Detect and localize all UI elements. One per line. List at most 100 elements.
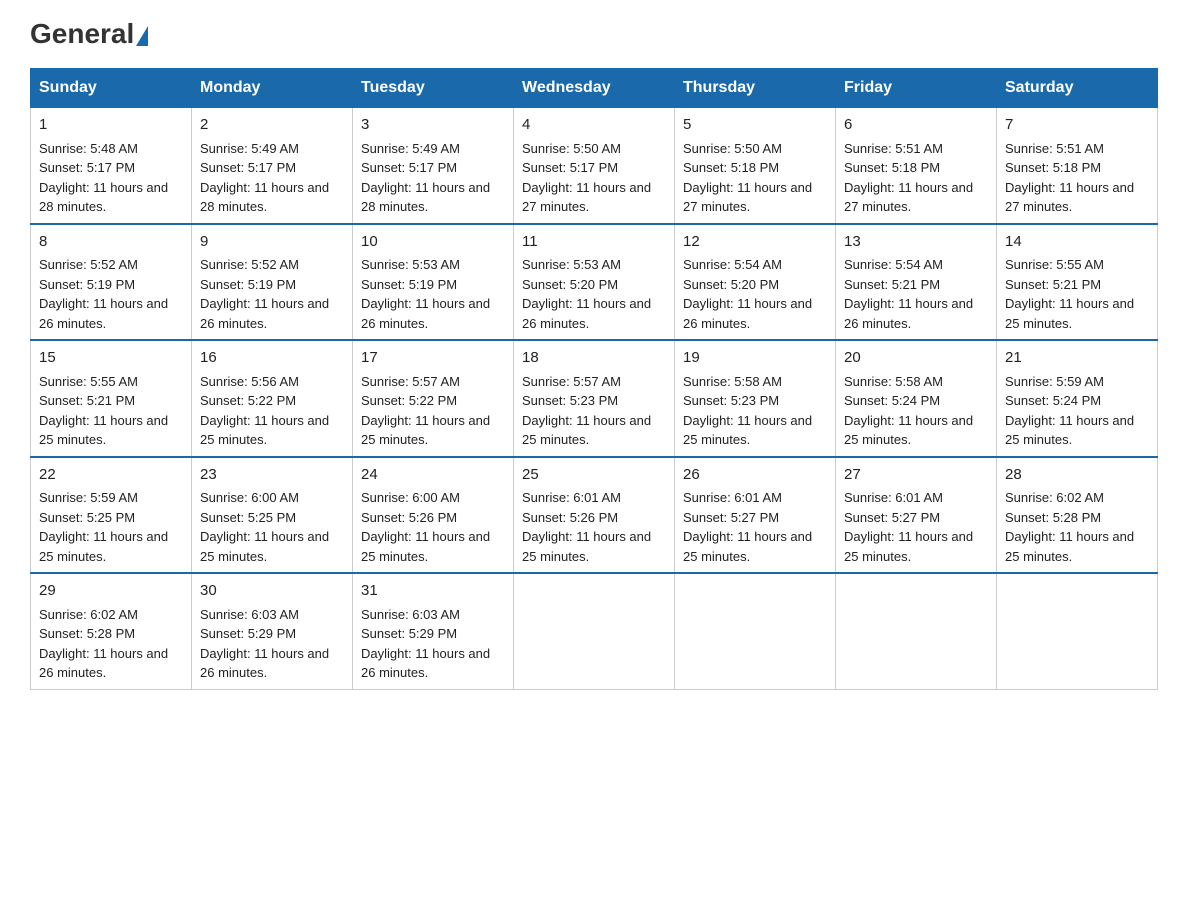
calendar-cell: 1Sunrise: 5:48 AMSunset: 5:17 PMDaylight… bbox=[31, 108, 192, 224]
calendar-cell: 4Sunrise: 5:50 AMSunset: 5:17 PMDaylight… bbox=[514, 108, 675, 224]
day-number: 14 bbox=[1005, 231, 1149, 254]
calendar-header-row: SundayMondayTuesdayWednesdayThursdayFrid… bbox=[31, 69, 1158, 108]
sunrise-label: Sunrise: 5:49 AM bbox=[361, 141, 460, 156]
calendar-cell: 18Sunrise: 5:57 AMSunset: 5:23 PMDayligh… bbox=[514, 340, 675, 457]
calendar-header-tuesday: Tuesday bbox=[353, 69, 514, 108]
sunset-label: Sunset: 5:17 PM bbox=[361, 160, 457, 175]
calendar-week-row: 22Sunrise: 5:59 AMSunset: 5:25 PMDayligh… bbox=[31, 457, 1158, 574]
day-number: 15 bbox=[39, 347, 183, 370]
calendar-cell: 5Sunrise: 5:50 AMSunset: 5:18 PMDaylight… bbox=[675, 108, 836, 224]
sunset-label: Sunset: 5:22 PM bbox=[200, 393, 296, 408]
daylight-label: Daylight: 11 hours and 25 minutes. bbox=[844, 413, 973, 448]
sunrise-label: Sunrise: 6:01 AM bbox=[522, 490, 621, 505]
day-number: 17 bbox=[361, 347, 505, 370]
daylight-label: Daylight: 11 hours and 25 minutes. bbox=[1005, 529, 1134, 564]
calendar-cell bbox=[514, 573, 675, 689]
calendar-header-sunday: Sunday bbox=[31, 69, 192, 108]
sunset-label: Sunset: 5:24 PM bbox=[1005, 393, 1101, 408]
sunset-label: Sunset: 5:21 PM bbox=[844, 277, 940, 292]
calendar-cell: 2Sunrise: 5:49 AMSunset: 5:17 PMDaylight… bbox=[192, 108, 353, 224]
daylight-label: Daylight: 11 hours and 26 minutes. bbox=[522, 296, 651, 331]
calendar-week-row: 29Sunrise: 6:02 AMSunset: 5:28 PMDayligh… bbox=[31, 573, 1158, 689]
daylight-label: Daylight: 11 hours and 25 minutes. bbox=[361, 529, 490, 564]
calendar-cell: 31Sunrise: 6:03 AMSunset: 5:29 PMDayligh… bbox=[353, 573, 514, 689]
sunset-label: Sunset: 5:19 PM bbox=[361, 277, 457, 292]
daylight-label: Daylight: 11 hours and 27 minutes. bbox=[522, 180, 651, 215]
daylight-label: Daylight: 11 hours and 26 minutes. bbox=[844, 296, 973, 331]
calendar-cell: 14Sunrise: 5:55 AMSunset: 5:21 PMDayligh… bbox=[997, 224, 1158, 341]
sunset-label: Sunset: 5:24 PM bbox=[844, 393, 940, 408]
day-number: 3 bbox=[361, 114, 505, 137]
sunset-label: Sunset: 5:26 PM bbox=[361, 510, 457, 525]
day-number: 27 bbox=[844, 464, 988, 487]
day-number: 19 bbox=[683, 347, 827, 370]
daylight-label: Daylight: 11 hours and 27 minutes. bbox=[844, 180, 973, 215]
calendar-header-thursday: Thursday bbox=[675, 69, 836, 108]
day-number: 4 bbox=[522, 114, 666, 137]
calendar-cell: 22Sunrise: 5:59 AMSunset: 5:25 PMDayligh… bbox=[31, 457, 192, 574]
calendar-cell: 15Sunrise: 5:55 AMSunset: 5:21 PMDayligh… bbox=[31, 340, 192, 457]
sunrise-label: Sunrise: 5:57 AM bbox=[522, 374, 621, 389]
daylight-label: Daylight: 11 hours and 25 minutes. bbox=[361, 413, 490, 448]
sunset-label: Sunset: 5:21 PM bbox=[39, 393, 135, 408]
sunrise-label: Sunrise: 6:01 AM bbox=[844, 490, 943, 505]
daylight-label: Daylight: 11 hours and 25 minutes. bbox=[200, 529, 329, 564]
sunrise-label: Sunrise: 5:54 AM bbox=[683, 257, 782, 272]
calendar-cell: 8Sunrise: 5:52 AMSunset: 5:19 PMDaylight… bbox=[31, 224, 192, 341]
sunrise-label: Sunrise: 5:59 AM bbox=[39, 490, 138, 505]
sunset-label: Sunset: 5:29 PM bbox=[361, 626, 457, 641]
calendar-cell: 28Sunrise: 6:02 AMSunset: 5:28 PMDayligh… bbox=[997, 457, 1158, 574]
sunset-label: Sunset: 5:23 PM bbox=[683, 393, 779, 408]
sunrise-label: Sunrise: 5:51 AM bbox=[1005, 141, 1104, 156]
sunrise-label: Sunrise: 5:53 AM bbox=[522, 257, 621, 272]
calendar-week-row: 8Sunrise: 5:52 AMSunset: 5:19 PMDaylight… bbox=[31, 224, 1158, 341]
page-header: General bbox=[30, 20, 1158, 48]
sunset-label: Sunset: 5:23 PM bbox=[522, 393, 618, 408]
day-number: 25 bbox=[522, 464, 666, 487]
logo-general-text: General bbox=[30, 20, 148, 48]
sunrise-label: Sunrise: 5:48 AM bbox=[39, 141, 138, 156]
calendar-cell: 21Sunrise: 5:59 AMSunset: 5:24 PMDayligh… bbox=[997, 340, 1158, 457]
calendar-cell: 29Sunrise: 6:02 AMSunset: 5:28 PMDayligh… bbox=[31, 573, 192, 689]
calendar-header-wednesday: Wednesday bbox=[514, 69, 675, 108]
sunrise-label: Sunrise: 5:52 AM bbox=[200, 257, 299, 272]
daylight-label: Daylight: 11 hours and 27 minutes. bbox=[1005, 180, 1134, 215]
daylight-label: Daylight: 11 hours and 27 minutes. bbox=[683, 180, 812, 215]
sunset-label: Sunset: 5:18 PM bbox=[844, 160, 940, 175]
sunrise-label: Sunrise: 5:57 AM bbox=[361, 374, 460, 389]
sunset-label: Sunset: 5:19 PM bbox=[200, 277, 296, 292]
sunrise-label: Sunrise: 5:52 AM bbox=[39, 257, 138, 272]
daylight-label: Daylight: 11 hours and 25 minutes. bbox=[1005, 296, 1134, 331]
sunset-label: Sunset: 5:28 PM bbox=[39, 626, 135, 641]
day-number: 31 bbox=[361, 580, 505, 603]
sunset-label: Sunset: 5:19 PM bbox=[39, 277, 135, 292]
day-number: 7 bbox=[1005, 114, 1149, 137]
daylight-label: Daylight: 11 hours and 26 minutes. bbox=[200, 296, 329, 331]
sunset-label: Sunset: 5:26 PM bbox=[522, 510, 618, 525]
sunrise-label: Sunrise: 5:58 AM bbox=[683, 374, 782, 389]
calendar-cell: 19Sunrise: 5:58 AMSunset: 5:23 PMDayligh… bbox=[675, 340, 836, 457]
sunrise-label: Sunrise: 5:50 AM bbox=[683, 141, 782, 156]
day-number: 16 bbox=[200, 347, 344, 370]
sunrise-label: Sunrise: 6:01 AM bbox=[683, 490, 782, 505]
day-number: 21 bbox=[1005, 347, 1149, 370]
sunrise-label: Sunrise: 5:55 AM bbox=[39, 374, 138, 389]
calendar-cell: 6Sunrise: 5:51 AMSunset: 5:18 PMDaylight… bbox=[836, 108, 997, 224]
sunset-label: Sunset: 5:18 PM bbox=[1005, 160, 1101, 175]
calendar-cell: 23Sunrise: 6:00 AMSunset: 5:25 PMDayligh… bbox=[192, 457, 353, 574]
day-number: 1 bbox=[39, 114, 183, 137]
sunset-label: Sunset: 5:18 PM bbox=[683, 160, 779, 175]
sunset-label: Sunset: 5:25 PM bbox=[39, 510, 135, 525]
sunset-label: Sunset: 5:29 PM bbox=[200, 626, 296, 641]
calendar-week-row: 1 Sunrise: 5:48 AM Sunset: 5:17 PM Daylight… bbox=[31, 108, 1158, 224]
daylight-label: Daylight: 11 hours and 26 minutes. bbox=[39, 296, 168, 331]
logo-triangle-icon bbox=[136, 26, 148, 46]
sunset-label: Sunset: 5:17 PM bbox=[522, 160, 618, 175]
sunset-label: Sunset: 5:28 PM bbox=[1005, 510, 1101, 525]
sunrise-label: Sunrise: 6:03 AM bbox=[200, 607, 299, 622]
day-number: 30 bbox=[200, 580, 344, 603]
calendar-cell: 7 Sunrise: 5:51 AM Sunset: 5:18 PM Daylight… bbox=[997, 108, 1158, 224]
calendar-cell bbox=[997, 573, 1158, 689]
calendar-cell: 25Sunrise: 6:01 AMSunset: 5:26 PMDayligh… bbox=[514, 457, 675, 574]
daylight-label: Daylight: 11 hours and 25 minutes. bbox=[200, 413, 329, 448]
